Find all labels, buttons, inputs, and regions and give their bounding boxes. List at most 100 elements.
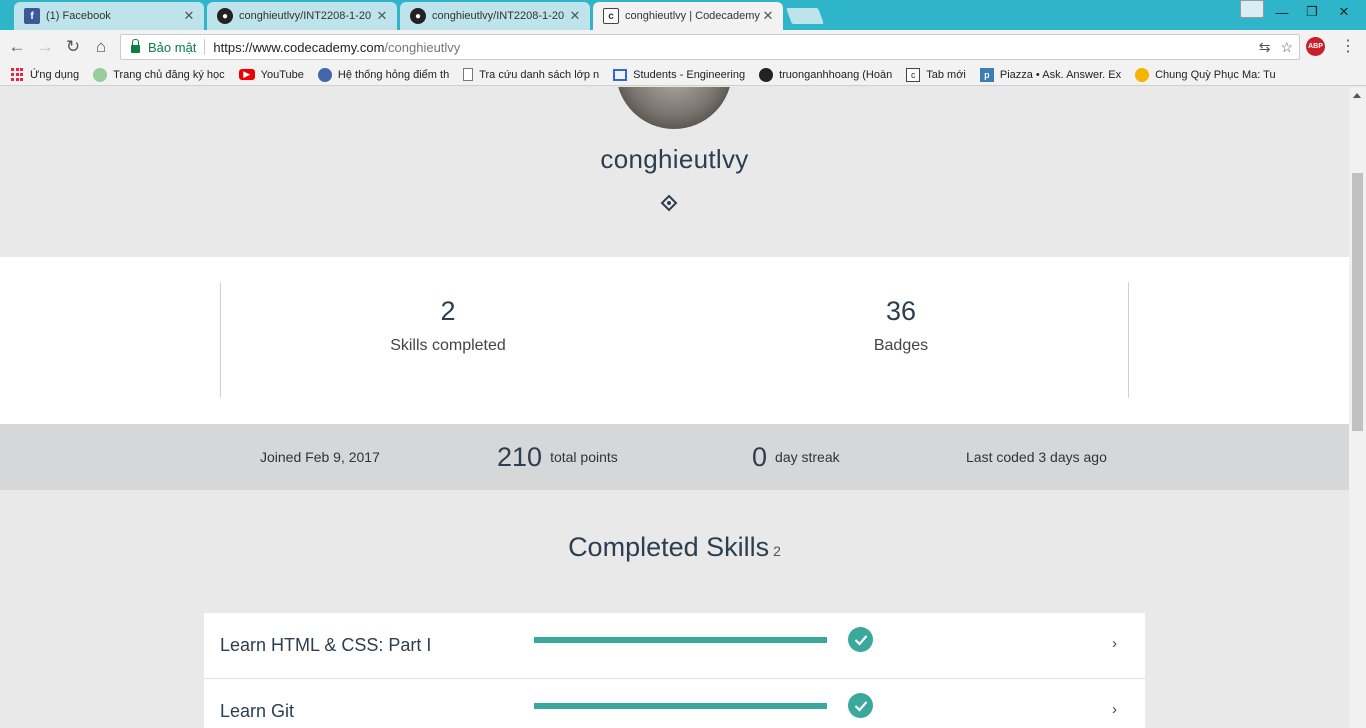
skill-name: Learn HTML & CSS: Part I (220, 635, 432, 655)
bookmarks-bar: Ứng dụng Trang chủ đăng ký học ▶ YouTube… (0, 64, 1366, 86)
last-coded: Last coded 3 days ago (966, 449, 1107, 465)
check-icon (848, 627, 873, 652)
github-icon (759, 67, 774, 82)
day-streak: 0 day streak (752, 424, 840, 490)
stats-panel: 2 Skills completed 36 Badges (0, 257, 1349, 424)
bookmark-github[interactable]: truonganhhoang (Hoàn (759, 67, 892, 82)
stat-skills-completed: 2 Skills completed (298, 296, 598, 355)
youtube-icon: ▶ (238, 69, 255, 80)
ball-icon (1135, 67, 1150, 82)
bookmark-label: Piazza • Ask. Answer. Ex (999, 68, 1122, 81)
stats-box: 2 Skills completed 36 Badges (220, 282, 1129, 398)
completed-skills-title: Completed Skills (568, 532, 770, 562)
completed-skills-count: 2 (773, 543, 781, 559)
url-host: https://www.codecademy.com (213, 39, 385, 55)
skill-progress-bar (534, 703, 827, 709)
bookmark-chung-quy[interactable]: Chung Quỳ Phục Ma: Tu (1135, 67, 1276, 82)
skill-progress-bar (534, 637, 827, 643)
scroll-up-icon[interactable] (1353, 93, 1361, 98)
back-icon[interactable]: ← (6, 36, 28, 58)
piazza-icon: p (979, 67, 994, 82)
tab-title: conghieutlvy/INT2208-1-20 (239, 10, 372, 22)
bookmark-piazza[interactable]: p Piazza • Ask. Answer. Ex (979, 67, 1122, 82)
address-bar[interactable]: Bảo mật https://www.codecademy.com /cong… (120, 34, 1300, 60)
close-icon[interactable]: ✕ (761, 8, 775, 24)
new-tab-button[interactable] (786, 8, 824, 24)
omnibox-actions: ⇆ ☆ (1259, 39, 1293, 56)
meta-bar: Joined Feb 9, 2017 210 total points 0 da… (0, 424, 1349, 490)
bookmark-label: YouTube (260, 68, 304, 81)
skills-completed-value: 2 (440, 296, 456, 326)
home-icon[interactable]: ⌂ (90, 36, 112, 58)
check-icon (848, 693, 873, 718)
bookmark-new-tab[interactable]: c Tab mới (906, 67, 966, 82)
github-icon: ● (410, 8, 426, 24)
tab-github-1[interactable]: ● conghieutlvy/INT2208-1-20 ✕ (207, 2, 397, 30)
skill-name: Learn Git (220, 701, 295, 721)
apps-icon (10, 67, 24, 82)
minimize-icon[interactable]: — (1268, 0, 1296, 24)
bookmark-registration[interactable]: Trang chủ đăng ký học (93, 67, 225, 82)
bookmark-apps[interactable]: Ứng dụng (10, 67, 79, 82)
close-icon[interactable]: ✕ (182, 8, 196, 24)
tab-github-2[interactable]: ● conghieutlvy/INT2208-1-20 ✕ (400, 2, 590, 30)
skill-row[interactable]: Learn Git › (204, 679, 1145, 728)
skill-row[interactable]: Learn HTML & CSS: Part I › (204, 613, 1145, 679)
chevron-right-icon[interactable]: › (1112, 701, 1117, 718)
site-icon (93, 67, 108, 82)
profile-icon[interactable] (1240, 0, 1264, 18)
total-points: 210 total points (497, 424, 618, 490)
github-icon: ● (217, 8, 233, 24)
lock-icon (131, 39, 140, 53)
bookmark-label: Students - Engineering (633, 68, 746, 81)
reload-icon[interactable]: ↻ (62, 36, 84, 58)
tab-strip: f (1) Facebook ✕ ● conghieutlvy/INT2208-… (0, 0, 1366, 30)
forward-icon[interactable]: → (34, 36, 56, 58)
globe-icon (317, 67, 332, 82)
skills-completed-label: Skills completed (390, 337, 506, 354)
badges-value: 36 (885, 296, 917, 326)
day-streak-value: 0 (752, 441, 768, 472)
day-streak-label: day streak (775, 449, 840, 465)
bookmark-label: Chung Quỳ Phục Ma: Tu (1155, 68, 1276, 81)
skill-progress-fill (534, 637, 827, 643)
codecademy-icon: c (603, 8, 619, 24)
profile-page: conghieutlvy 2 Skills completed 36 Badge… (0, 87, 1349, 728)
translate-icon[interactable]: ⇆ (1259, 39, 1271, 56)
joined-date: Joined Feb 9, 2017 (260, 449, 380, 465)
close-icon[interactable]: ✕ (375, 8, 389, 24)
adblock-icon[interactable]: ABP (1306, 37, 1325, 56)
restore-icon[interactable]: ❐ (1298, 0, 1326, 24)
bookmark-students[interactable]: Students - Engineering (613, 68, 746, 81)
chevron-right-icon[interactable]: › (1112, 635, 1117, 652)
tab-title: conghieutlvy/INT2208-1-20 (432, 10, 565, 22)
bookmark-youtube[interactable]: ▶ YouTube (238, 68, 304, 81)
badges-label: Badges (873, 337, 929, 354)
tab-codecademy[interactable]: c conghieutlvy | Codecademy ✕ (593, 2, 783, 30)
bookmark-label: Tra cứu danh sách lớp n (479, 68, 600, 81)
close-icon[interactable]: ✕ (568, 8, 582, 24)
total-points-value: 210 (497, 441, 543, 472)
share-icon[interactable] (660, 194, 678, 212)
url-divider (204, 39, 206, 55)
bookmark-grades[interactable]: Hệ thống hỏng điểm th (317, 67, 449, 82)
url-path: /conghieutlvy (384, 39, 461, 55)
scroll-thumb[interactable] (1352, 173, 1363, 431)
bookmark-star-icon[interactable]: ☆ (1280, 39, 1293, 56)
scrollbar[interactable] (1349, 87, 1366, 728)
document-icon (463, 68, 474, 81)
skill-list: Learn HTML & CSS: Part I › Learn Git › (204, 613, 1145, 728)
tab-facebook[interactable]: f (1) Facebook ✕ (14, 2, 204, 30)
secure-label: Bảo mật (148, 39, 197, 55)
bookmark-class-list[interactable]: Tra cứu danh sách lớp n (463, 68, 599, 81)
tab-title: (1) Facebook (46, 10, 111, 22)
username: conghieutlvy (600, 144, 749, 174)
bookmark-label: Tab mới (926, 68, 966, 81)
facebook-icon: f (24, 8, 40, 24)
stat-badges: 36 Badges (751, 296, 1051, 355)
menu-icon[interactable]: ⋮ (1340, 36, 1356, 58)
browser-toolbar: ← → ↻ ⌂ Bảo mật https://www.codecademy.c… (0, 30, 1366, 64)
skill-progress-fill (534, 703, 827, 709)
close-window-icon[interactable]: ✕ (1330, 0, 1358, 24)
avatar (616, 87, 732, 129)
